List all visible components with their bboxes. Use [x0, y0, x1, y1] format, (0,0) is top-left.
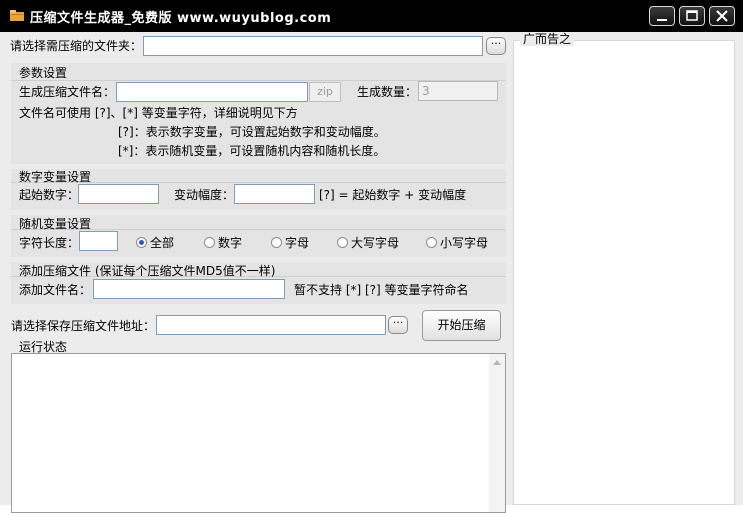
radio-digits-label: 数字	[218, 236, 243, 250]
extension-box: zip	[309, 82, 341, 102]
addfile-note: 暂不支持 [*] [?] 等变量字符命名	[294, 283, 469, 297]
minimize-button[interactable]	[649, 6, 675, 26]
window-title: 压缩文件生成器_免费版 www.wuyublog.com	[30, 11, 332, 26]
ad-panel	[513, 40, 735, 505]
radio-lowercase-circle[interactable]	[426, 237, 437, 248]
filename-label: 生成压缩文件名：	[19, 85, 116, 99]
count-label: 生成数量：	[357, 85, 418, 99]
params-group-title: 参数设置	[19, 66, 68, 80]
filename-input[interactable]	[116, 82, 308, 102]
numeric-formula: [?] = 起始数字 + 变动幅度	[319, 188, 467, 202]
close-button[interactable]	[709, 6, 735, 26]
radio-uppercase-label: 大写字母	[351, 236, 400, 250]
step-label: 变动幅度：	[174, 188, 235, 202]
radio-letters-label: 字母	[285, 236, 310, 250]
ad-title: 广而告之	[520, 32, 575, 46]
status-log[interactable]	[11, 353, 506, 513]
start-compress-button[interactable]: 开始压缩	[422, 310, 501, 341]
hint-random: [*]：表示随机变量，可设置随机内容和随机长度。	[118, 144, 386, 158]
addfile-name-input[interactable]	[93, 279, 285, 299]
numeric-group-title: 数字变量设置	[19, 170, 92, 184]
close-icon	[716, 10, 728, 22]
save-path-input[interactable]	[156, 315, 386, 335]
length-label: 字符长度：	[19, 236, 80, 250]
step-input[interactable]	[234, 184, 315, 204]
maximize-icon	[686, 10, 698, 21]
addfile-group-title: 添加压缩文件 (保证每个压缩文件MD5值不一样)	[19, 264, 276, 278]
app-icon	[10, 10, 24, 21]
hint-variables: 文件名可使用 [?]、[*] 等变量字符，详细说明见下方	[19, 106, 298, 120]
folder-browse-button[interactable]: ···	[486, 37, 506, 55]
save-browse-button[interactable]: ···	[388, 316, 408, 334]
save-label: 请选择保存压缩文件地址：	[11, 319, 156, 333]
radio-uppercase-circle[interactable]	[337, 237, 348, 248]
start-number-input[interactable]	[78, 184, 159, 204]
main-window: 请选择需压缩的文件夹： ··· 参数设置 生成压缩文件名： zip 生成数量： …	[0, 32, 743, 513]
start-number-label: 起始数字：	[19, 188, 80, 202]
count-input[interactable]	[418, 81, 498, 101]
radio-all-circle[interactable]	[136, 237, 147, 248]
addfile-name-label: 添加文件名：	[19, 283, 92, 297]
radio-lowercase-label: 小写字母	[440, 236, 489, 250]
scroll-up-arrow-icon[interactable]	[493, 360, 501, 365]
radio-all-label: 全部	[150, 236, 175, 250]
folder-input[interactable]	[143, 36, 483, 56]
status-title: 运行状态	[19, 340, 68, 354]
title-bar: 压缩文件生成器_免费版 www.wuyublog.com	[0, 0, 743, 32]
length-input[interactable]	[79, 231, 118, 251]
radio-letters-circle[interactable]	[271, 237, 282, 248]
random-group-title: 随机变量设置	[19, 217, 92, 231]
minimize-icon	[657, 19, 667, 21]
hint-numeric: [?]：表示数字变量，可设置起始数字和变动幅度。	[118, 125, 386, 139]
maximize-button[interactable]	[679, 6, 705, 26]
radio-digits-circle[interactable]	[204, 237, 215, 248]
status-scrollbar[interactable]	[489, 354, 505, 512]
folder-label: 请选择需压缩的文件夹：	[10, 39, 143, 53]
